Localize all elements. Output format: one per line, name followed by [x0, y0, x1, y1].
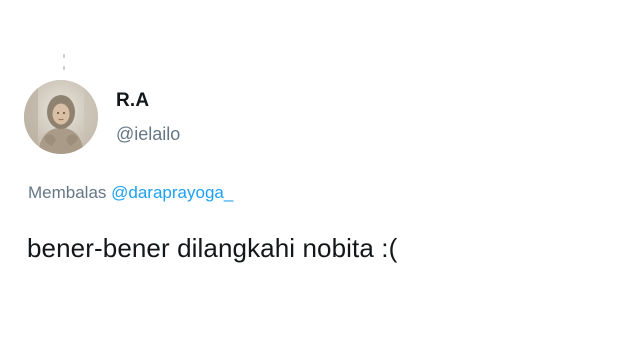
tweet-text: bener-bener dilangkahi nobita :(: [27, 233, 398, 263]
thread-connector-dot: [63, 54, 65, 58]
thread-connector-line: [63, 54, 65, 70]
reply-prefix: Membalas: [28, 183, 112, 202]
user-info: R.A @ielailo: [116, 90, 180, 145]
avatar[interactable]: [24, 80, 98, 154]
reply-context: Membalas @daraprayoga_: [28, 182, 233, 204]
thread-connector-dot: [63, 66, 65, 70]
display-name[interactable]: R.A: [116, 90, 180, 112]
reply-mention-link[interactable]: @daraprayoga_: [111, 183, 233, 202]
profile-photo-icon: [24, 80, 98, 154]
user-handle[interactable]: @ielailo: [116, 123, 180, 145]
